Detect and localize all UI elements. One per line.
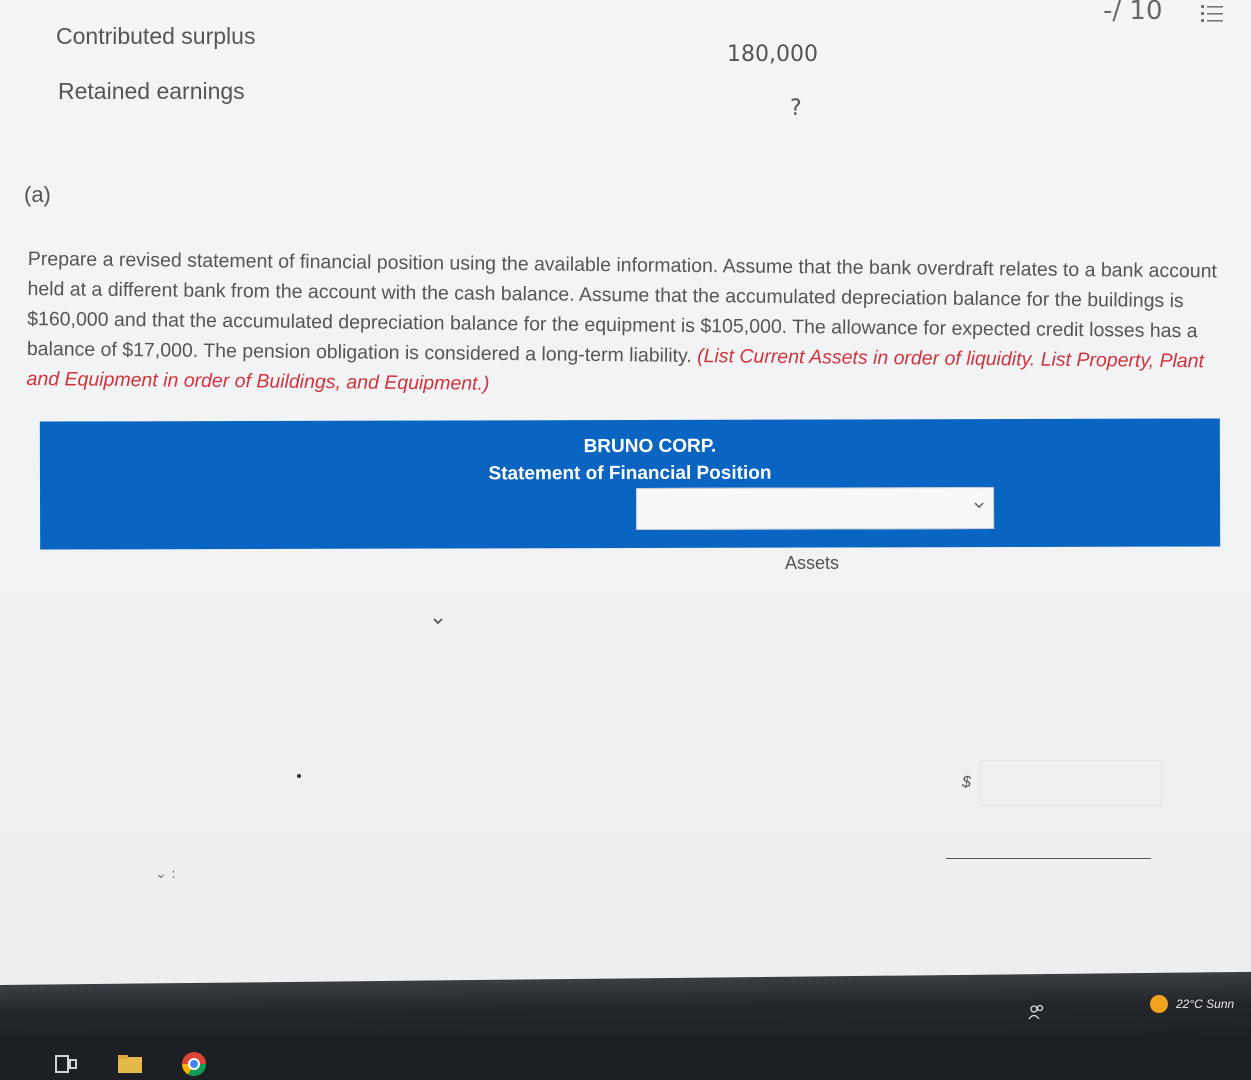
assets-heading: Assets (785, 553, 840, 573)
date-select[interactable] (636, 487, 995, 530)
cursor-dot (297, 774, 301, 778)
chrome-icon[interactable] (180, 1050, 208, 1078)
weather-widget[interactable]: 22°C Sunn (1150, 995, 1234, 1013)
company-name: BRUNO CORP. (583, 435, 717, 458)
total-underline (946, 858, 1151, 859)
row-label-contributed-surplus: Contributed surplus (56, 23, 256, 49)
chevron-down-icon (974, 502, 984, 509)
row-label-retained-earnings: Retained earnings (58, 78, 245, 104)
list-icon[interactable] (1200, 2, 1224, 26)
account-dropdown-chevron-icon[interactable] (431, 614, 445, 628)
currency-symbol: $ (962, 774, 971, 791)
sun-icon (1150, 995, 1168, 1013)
instructions: Prepare a revised statement of financial… (26, 244, 1223, 407)
statement-title: Statement of Financial Position (488, 462, 772, 485)
assignment-page: -/ 10 Contributed surplus 180,000 Retain… (0, 0, 1251, 995)
statement-header: BRUNO CORP. Statement of Financial Posit… (39, 418, 1221, 550)
row-value-retained-earnings: ? (790, 96, 802, 121)
chevron-down-icon[interactable]: ⌄ : (155, 866, 176, 882)
people-icon[interactable] (1028, 1004, 1046, 1020)
weather-text: 22°C Sunn (1176, 997, 1235, 1011)
row-value-contributed-surplus: 180,000 (727, 42, 818, 67)
amount-input[interactable] (980, 760, 1162, 806)
score-indicator: -/ 10 (1103, 0, 1163, 26)
file-explorer-icon[interactable] (116, 1050, 144, 1078)
task-view-icon[interactable] (52, 1050, 80, 1078)
part-label: (a) (24, 182, 51, 207)
